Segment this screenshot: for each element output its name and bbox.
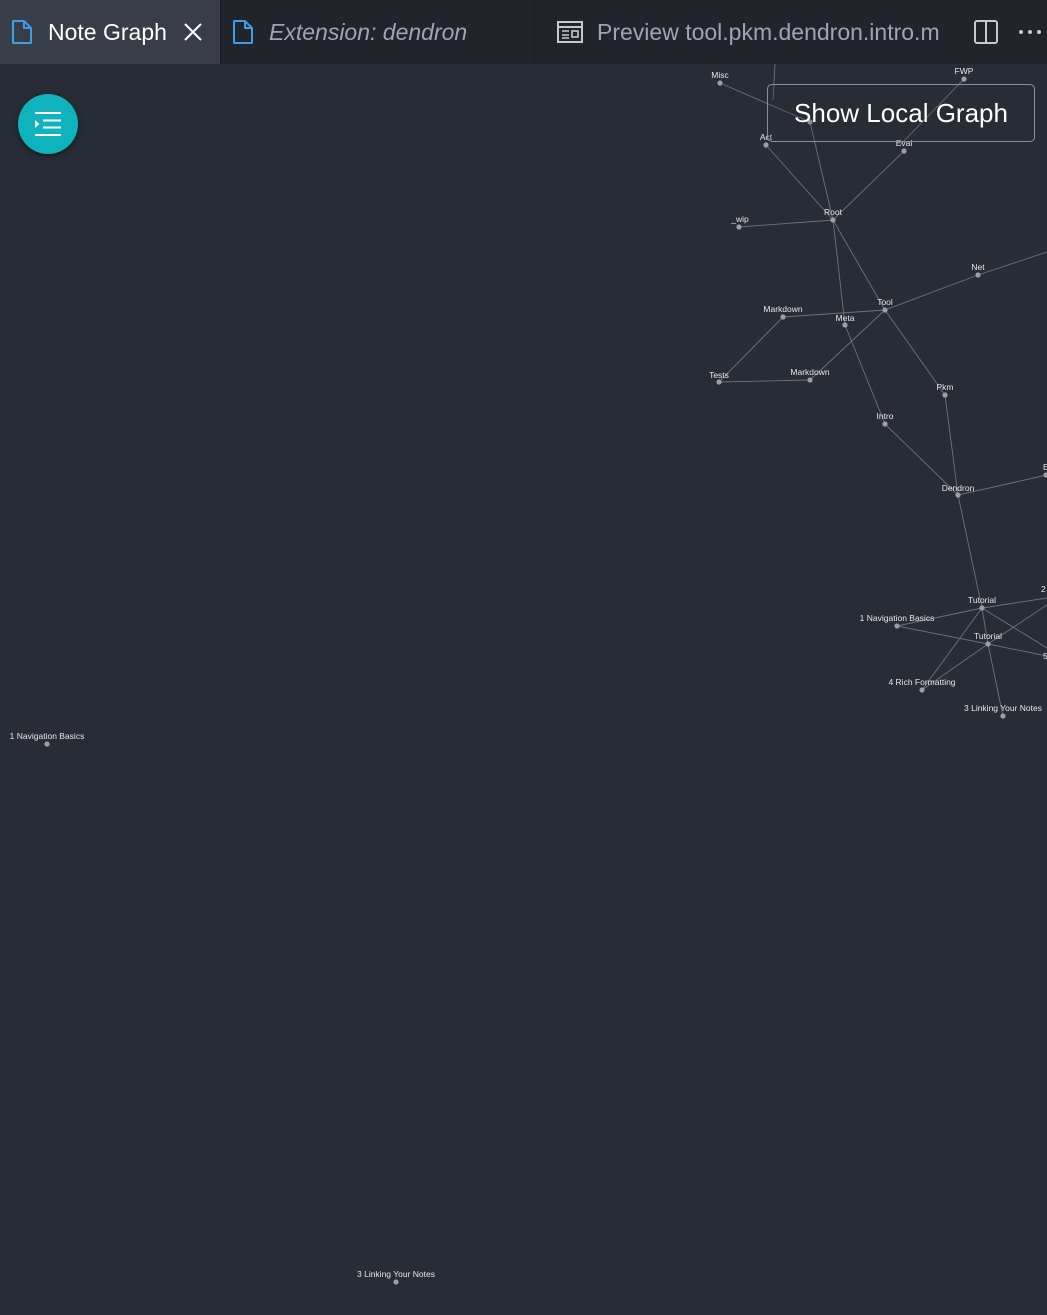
graph-edge <box>944 394 959 496</box>
node-label-fwp: FWP <box>955 66 974 76</box>
graph-edge <box>844 324 886 425</box>
node-label-linking-notes: 3 Linking Your Notes <box>964 703 1042 713</box>
graph-node[interactable] <box>1000 713 1006 719</box>
graph-node[interactable] <box>763 142 769 148</box>
graph-node[interactable] <box>716 379 722 385</box>
graph-node[interactable] <box>807 377 813 383</box>
node-label-linking-notes: 3 Linking Your Notes <box>357 1269 435 1279</box>
graph-node[interactable] <box>961 76 967 82</box>
node-label-rich-formatting: 4 Rich Formatting <box>888 677 955 687</box>
node-label-markdown: Markdown <box>763 304 802 314</box>
preview-icon <box>557 21 583 43</box>
graph-menu-button[interactable] <box>18 94 78 154</box>
node-label-intro: Intro <box>876 411 893 421</box>
node-label-navigation-basics: 1 Navigation Basics <box>860 613 935 623</box>
node-label-pkm: Pkm <box>937 382 954 392</box>
node-label-meta: Meta <box>836 313 855 323</box>
node-label-dendron: Dendron <box>942 483 975 493</box>
graph-node[interactable] <box>955 492 961 498</box>
editor-tab-bar: Note Graph Extension: dendron Preview to… <box>0 0 1047 64</box>
graph-edge <box>987 643 1047 657</box>
file-icon <box>12 20 32 44</box>
menu-indent-icon <box>35 112 61 136</box>
graph-node[interactable] <box>736 224 742 230</box>
node-label-wip: _wip <box>730 214 749 224</box>
graph-node[interactable] <box>393 1279 399 1285</box>
file-icon <box>233 20 253 44</box>
graph-edge <box>884 274 979 311</box>
graph-node[interactable] <box>894 623 900 629</box>
graph-node[interactable] <box>882 307 888 313</box>
graph-node[interactable] <box>882 421 888 427</box>
tab-note-graph[interactable]: Note Graph <box>0 0 221 64</box>
node-label-tool: Tool <box>877 297 893 307</box>
graph-node[interactable] <box>780 314 786 320</box>
node-label-net: Net <box>971 262 985 272</box>
graph-node[interactable] <box>919 687 925 693</box>
tab-preview[interactable]: Preview tool.pkm.dendron.intro.m <box>535 0 965 64</box>
node-label-2: 2 <box>1041 584 1046 594</box>
node-label-tests: Tests <box>709 370 729 380</box>
graph-edge <box>765 144 834 221</box>
show-local-graph-button[interactable]: Show Local Graph <box>767 84 1035 142</box>
node-label-misc: Misc <box>711 70 729 80</box>
graph-edge <box>738 219 834 228</box>
close-icon[interactable] <box>182 21 204 43</box>
node-label-navigation-basics: 1 Navigation Basics <box>10 731 85 741</box>
tab-extension-dendron[interactable]: Extension: dendron <box>221 0 535 64</box>
graph-edge <box>957 494 983 609</box>
graph-node[interactable] <box>830 217 836 223</box>
split-editor-icon[interactable] <box>973 19 999 45</box>
more-actions-icon[interactable] <box>1017 19 1043 45</box>
tab-label: Extension: dendron <box>269 18 468 45</box>
graph-edge <box>832 219 846 326</box>
node-label-tutorial: Tutorial <box>974 631 1002 641</box>
graph-edge <box>718 379 811 383</box>
graph-node[interactable] <box>985 641 991 647</box>
tab-actions <box>957 0 1047 64</box>
graph-node[interactable] <box>44 741 50 747</box>
node-label-5: 5 <box>1043 651 1047 661</box>
tab-label: Preview tool.pkm.dendron.intro.m <box>597 18 940 45</box>
graph-node[interactable] <box>842 322 848 328</box>
graph-node[interactable] <box>717 80 723 86</box>
graph-node[interactable] <box>975 272 981 278</box>
graph-node[interactable] <box>1043 472 1047 478</box>
graph-node[interactable] <box>901 148 907 154</box>
graph-node[interactable] <box>979 605 985 611</box>
graph-edge <box>832 150 905 221</box>
note-graph[interactable]: Misc FWP Act Eval Root _wip Net Tool Mar… <box>0 64 1047 1315</box>
graph-labels: Misc FWP Act Eval Root _wip Net Tool Mar… <box>10 66 1047 1279</box>
node-label-root: Root <box>824 207 843 217</box>
graph-edge <box>977 251 1047 276</box>
tab-label: Note Graph <box>48 18 166 45</box>
node-label-e: E <box>1043 462 1047 472</box>
graph-canvas[interactable]: Misc FWP Act Eval Root _wip Net Tool Mar… <box>0 64 1047 1315</box>
node-label-tutorial: Tutorial <box>968 595 996 605</box>
node-label-markdown: Markdown <box>790 367 829 377</box>
graph-node[interactable] <box>942 392 948 398</box>
